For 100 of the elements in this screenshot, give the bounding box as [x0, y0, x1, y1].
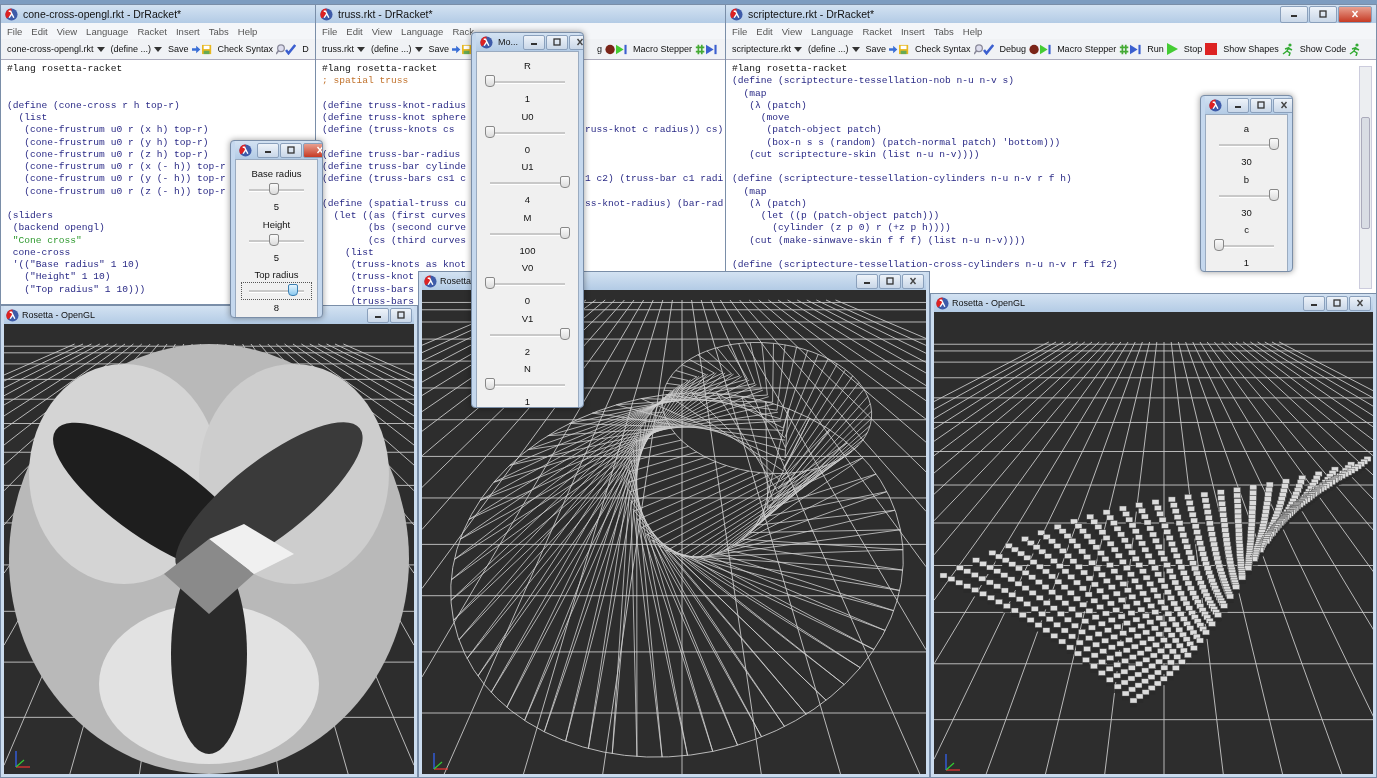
slider-label: M	[523, 210, 532, 225]
toolbar-button[interactable]: Debug	[999, 43, 1052, 55]
minimize-button[interactable]	[257, 142, 279, 158]
slider-thumb[interactable]	[1269, 188, 1279, 201]
lambda-logo-icon	[730, 7, 743, 21]
menu-item[interactable]: Edit	[756, 25, 773, 37]
lambda-logo-icon	[6, 308, 19, 322]
close-button[interactable]	[1349, 295, 1371, 311]
menu-item[interactable]: Insert	[900, 25, 925, 37]
slider-thumb[interactable]	[1214, 239, 1224, 251]
toolbar-button[interactable]: D	[302, 44, 309, 54]
close-button[interactable]	[902, 273, 924, 289]
menu-item[interactable]: View	[56, 25, 78, 37]
code-line: (sliders	[7, 210, 54, 221]
define-menu-button[interactable]: (define ...)	[371, 44, 423, 54]
define-menu-button[interactable]: (define ...)	[808, 44, 860, 54]
toolbar-button[interactable]: Save	[428, 43, 473, 55]
code-line: (patch-object patch)	[765, 124, 882, 136]
code-line: '(("Base radius" 1 10)	[11, 259, 140, 270]
ball-play-icon	[1029, 43, 1052, 55]
hash-play-icon	[1119, 43, 1142, 55]
maximize-icon	[286, 146, 296, 154]
menu-item[interactable]: Rack	[452, 25, 475, 37]
minimize-button[interactable]	[367, 307, 389, 323]
menu-item[interactable]: Tabs	[208, 25, 229, 37]
minimize-button[interactable]	[1227, 97, 1249, 113]
maximize-icon	[1332, 299, 1342, 307]
toolbar-button[interactable]: Check Syntax	[217, 43, 297, 55]
menu-item[interactable]: File	[322, 25, 338, 37]
menu-item[interactable]: File	[7, 25, 23, 37]
code-line: ss-knot-radius) (bar-rad	[585, 197, 724, 210]
save-icon	[889, 43, 910, 55]
slider-thumb[interactable]	[485, 75, 495, 87]
minimize-button[interactable]	[1280, 5, 1308, 23]
slider-thumb[interactable]	[485, 277, 495, 289]
menu-item[interactable]: Insert	[175, 25, 200, 37]
slider-thumb[interactable]	[485, 378, 495, 390]
runner-icon	[1349, 42, 1362, 56]
toolbar-button[interactable]: Show Code	[1299, 42, 1362, 56]
menu-item[interactable]: File	[732, 25, 748, 37]
minimize-button[interactable]	[856, 273, 878, 289]
menu-item[interactable]: Edit	[31, 25, 48, 37]
maximize-button[interactable]	[1309, 5, 1337, 23]
slider[interactable]	[241, 282, 312, 300]
toolbar-button[interactable]: Show Shapes	[1223, 42, 1294, 56]
toolbar-button[interactable]: Stop	[1183, 43, 1218, 55]
menu-item[interactable]: Language	[401, 25, 444, 37]
file-menu-button[interactable]: cone-cross-opengl.rkt	[7, 44, 105, 54]
code-line: (define truss-knot sphere	[322, 112, 466, 123]
code-line: (move	[759, 112, 790, 123]
define-menu-button[interactable]: (define ...)	[110, 44, 163, 54]
toolbar-button[interactable]: Save	[168, 43, 212, 55]
code-line: (box-n s s (random) (patch-normal patch) 'bottom)))	[765, 136, 1061, 148]
slider-label: V1	[521, 311, 534, 326]
slider-thumb[interactable]	[1269, 138, 1279, 150]
maximize-button[interactable]	[280, 142, 302, 158]
code-line: (let ((as (first curves	[332, 210, 466, 221]
menu-item[interactable]: Racket	[137, 25, 167, 37]
code-line: (define truss-bar cylinde	[322, 161, 466, 172]
maximize-button[interactable]	[1250, 97, 1272, 113]
minimize-button[interactable]	[523, 34, 545, 50]
slider-value: 0	[524, 294, 531, 308]
slider-thumb[interactable]	[485, 125, 495, 138]
close-button[interactable]	[1338, 5, 1372, 23]
maximize-button[interactable]	[1326, 295, 1348, 311]
slider-thumb[interactable]	[288, 284, 298, 296]
maximize-button[interactable]	[390, 307, 412, 323]
toolbar-button[interactable]: Check Syntax	[915, 43, 994, 55]
caret-icon	[154, 46, 163, 52]
slider-thumb[interactable]	[268, 183, 279, 195]
menu-item[interactable]: View	[781, 25, 803, 37]
code-line: #lang rosetta-racket	[322, 63, 438, 74]
menu-item[interactable]: Language	[811, 25, 854, 37]
slider-thumb[interactable]	[560, 327, 570, 340]
file-menu-button[interactable]: scriptecture.rkt	[732, 44, 802, 54]
menu-item[interactable]: View	[371, 25, 393, 37]
file-menu-button[interactable]: truss.rkt	[322, 44, 365, 54]
scrollbar[interactable]	[1359, 66, 1372, 289]
code-line: cone-cross	[11, 246, 71, 258]
toolbar-button[interactable]: g	[597, 43, 627, 55]
toolbar-button[interactable]: Macro Stepper	[1057, 43, 1142, 55]
toolbar-button[interactable]: Save	[865, 43, 910, 55]
minimize-button[interactable]	[1303, 295, 1325, 311]
menu-item[interactable]: Edit	[346, 25, 363, 37]
code-line: (define (scriptecture-tessellation-cross-cylinders n-u n-v r f1 f2)	[732, 259, 1118, 270]
toolbar-button[interactable]: Run	[1147, 43, 1178, 55]
menu-item[interactable]: Tabs	[933, 25, 954, 37]
menu-item[interactable]: Help	[237, 25, 258, 37]
maximize-button[interactable]	[546, 34, 568, 50]
close-button[interactable]	[1273, 97, 1292, 113]
lambda-logo-icon	[239, 143, 252, 157]
slider-thumb[interactable]	[560, 226, 570, 239]
slider-thumb[interactable]	[268, 233, 279, 246]
slider-thumb[interactable]	[560, 176, 570, 188]
caret-icon	[357, 46, 365, 52]
toolbar-button[interactable]: Macro Stepper	[633, 43, 718, 55]
maximize-button[interactable]	[879, 273, 901, 289]
menu-item[interactable]: Racket	[862, 25, 892, 37]
menu-item[interactable]: Help	[962, 25, 983, 37]
menu-item[interactable]: Language	[86, 25, 129, 37]
